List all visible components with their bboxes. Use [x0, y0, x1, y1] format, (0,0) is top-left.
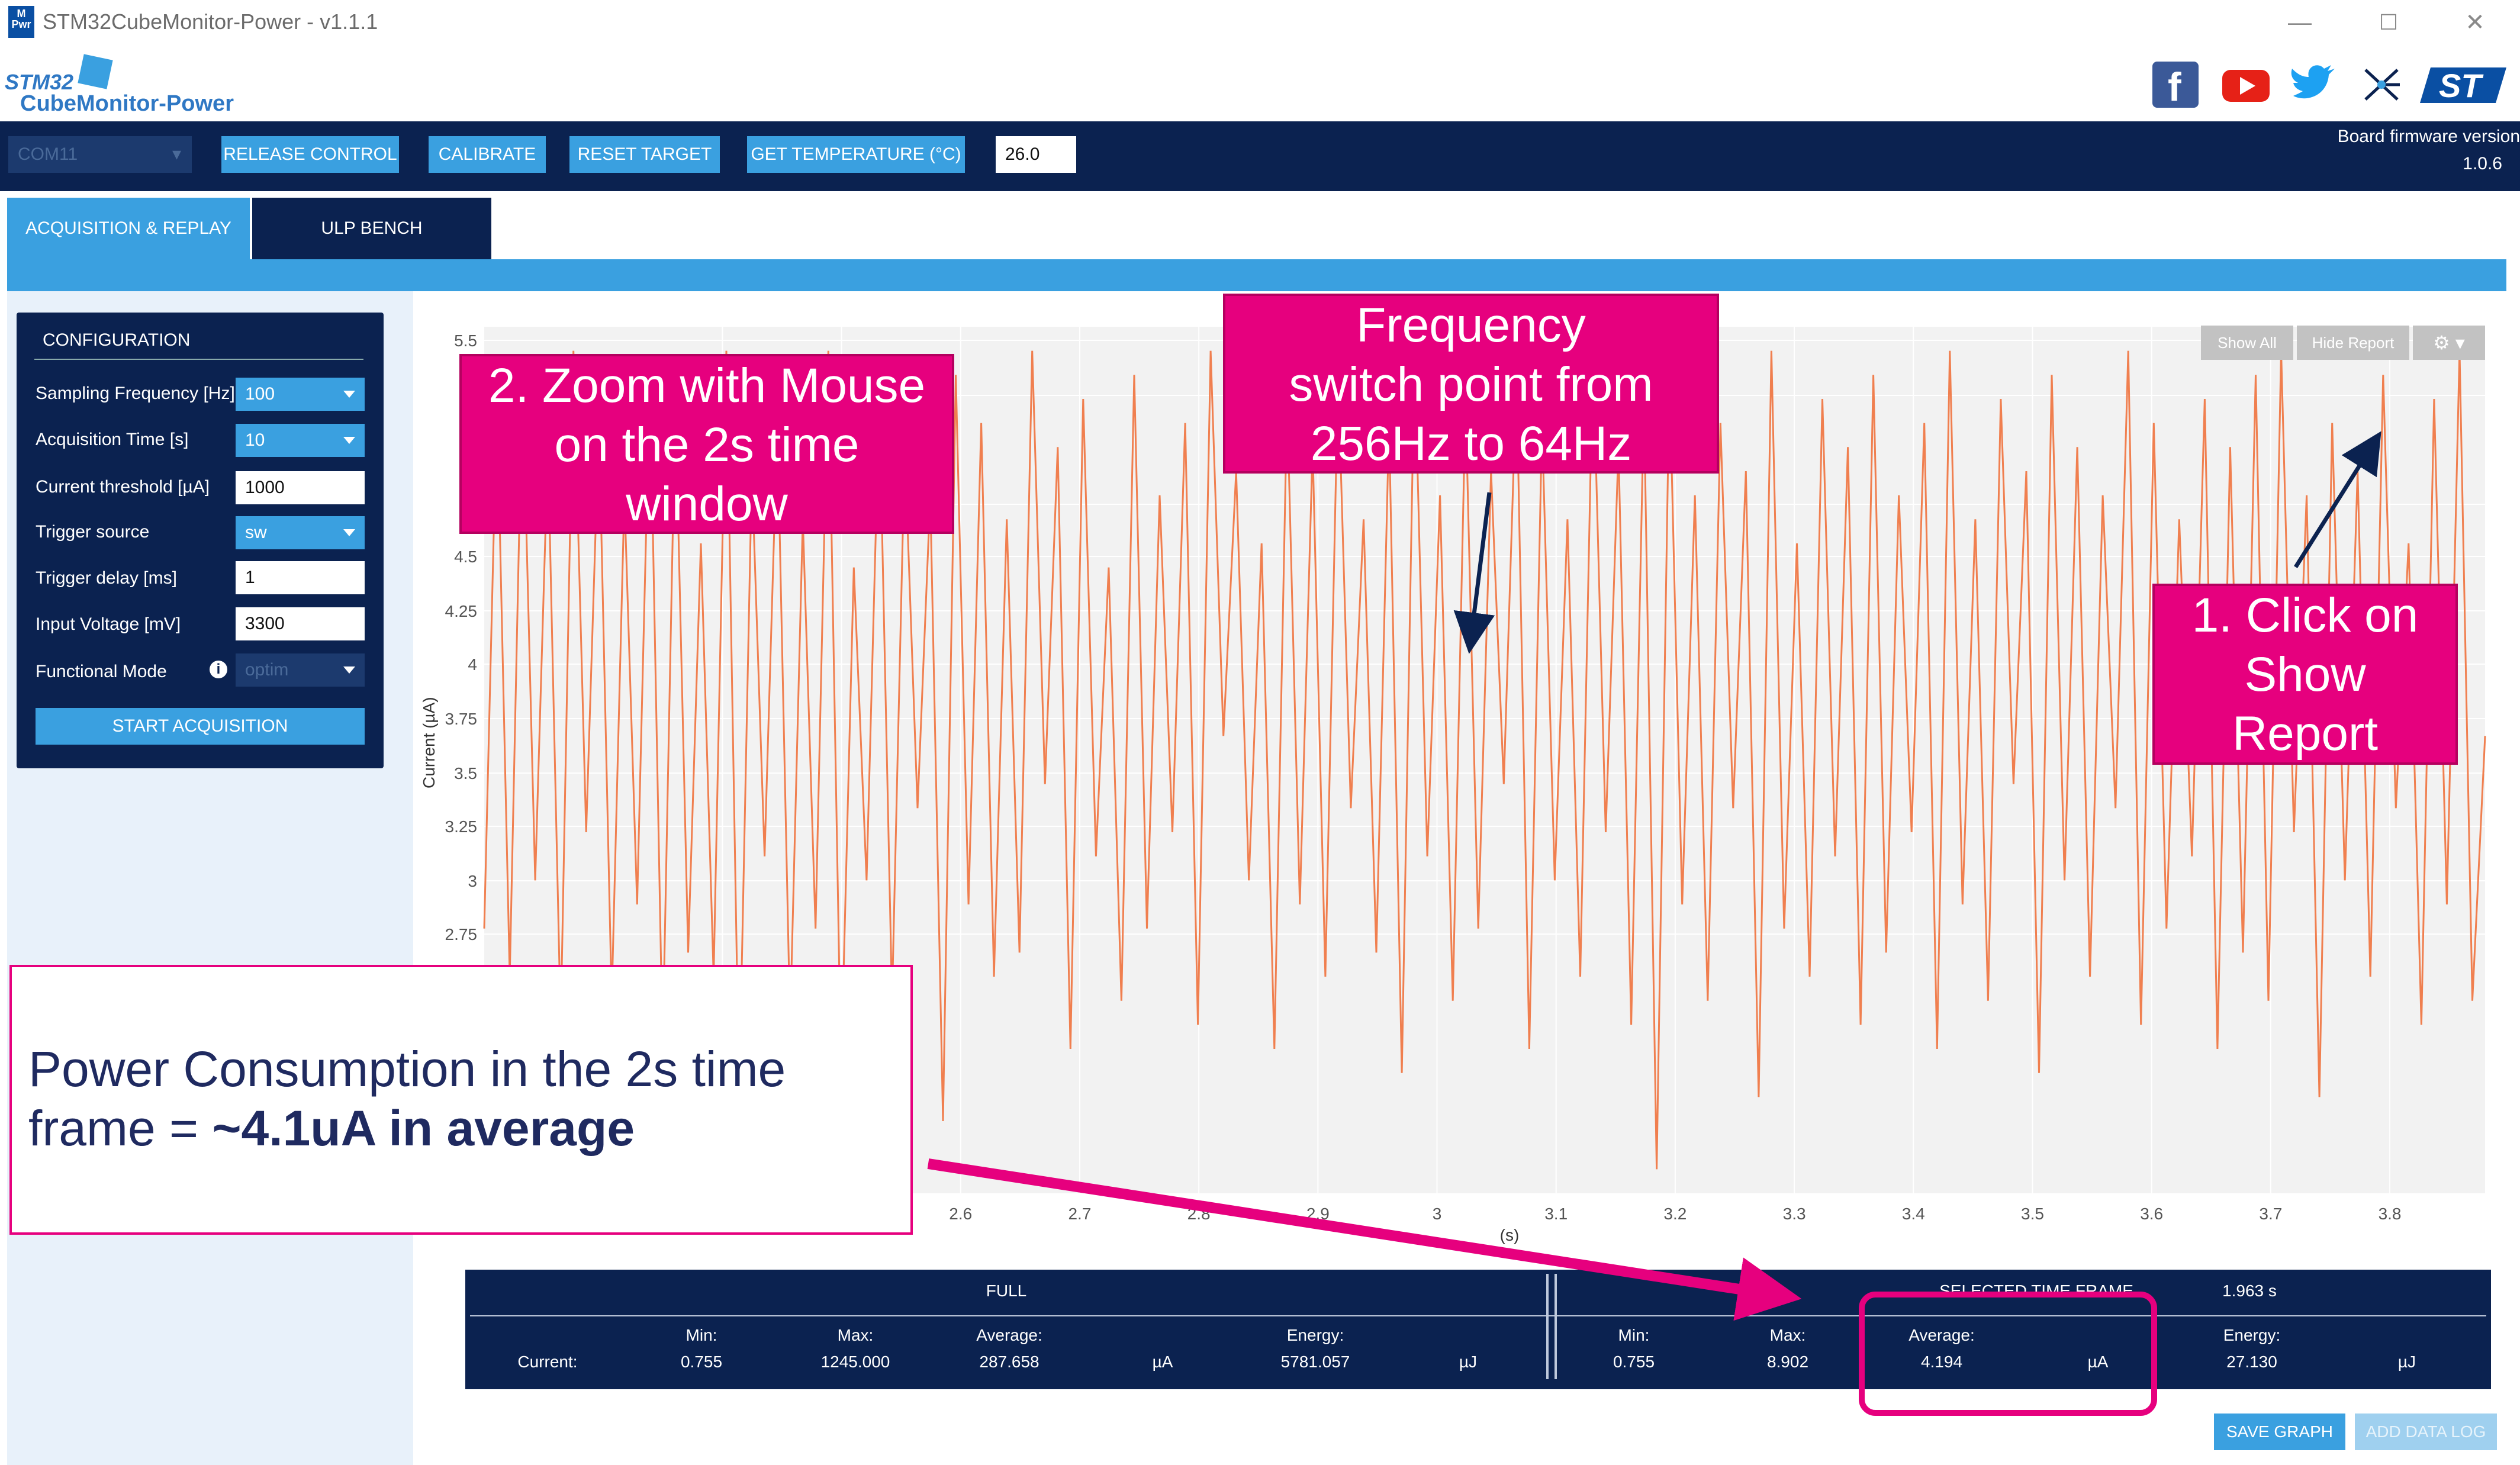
- frequency-arrow: [1453, 492, 1495, 654]
- annotation-arrows: [927, 431, 2381, 1321]
- average-arrow: [927, 1158, 1802, 1321]
- show-report-arrow: [2294, 431, 2381, 568]
